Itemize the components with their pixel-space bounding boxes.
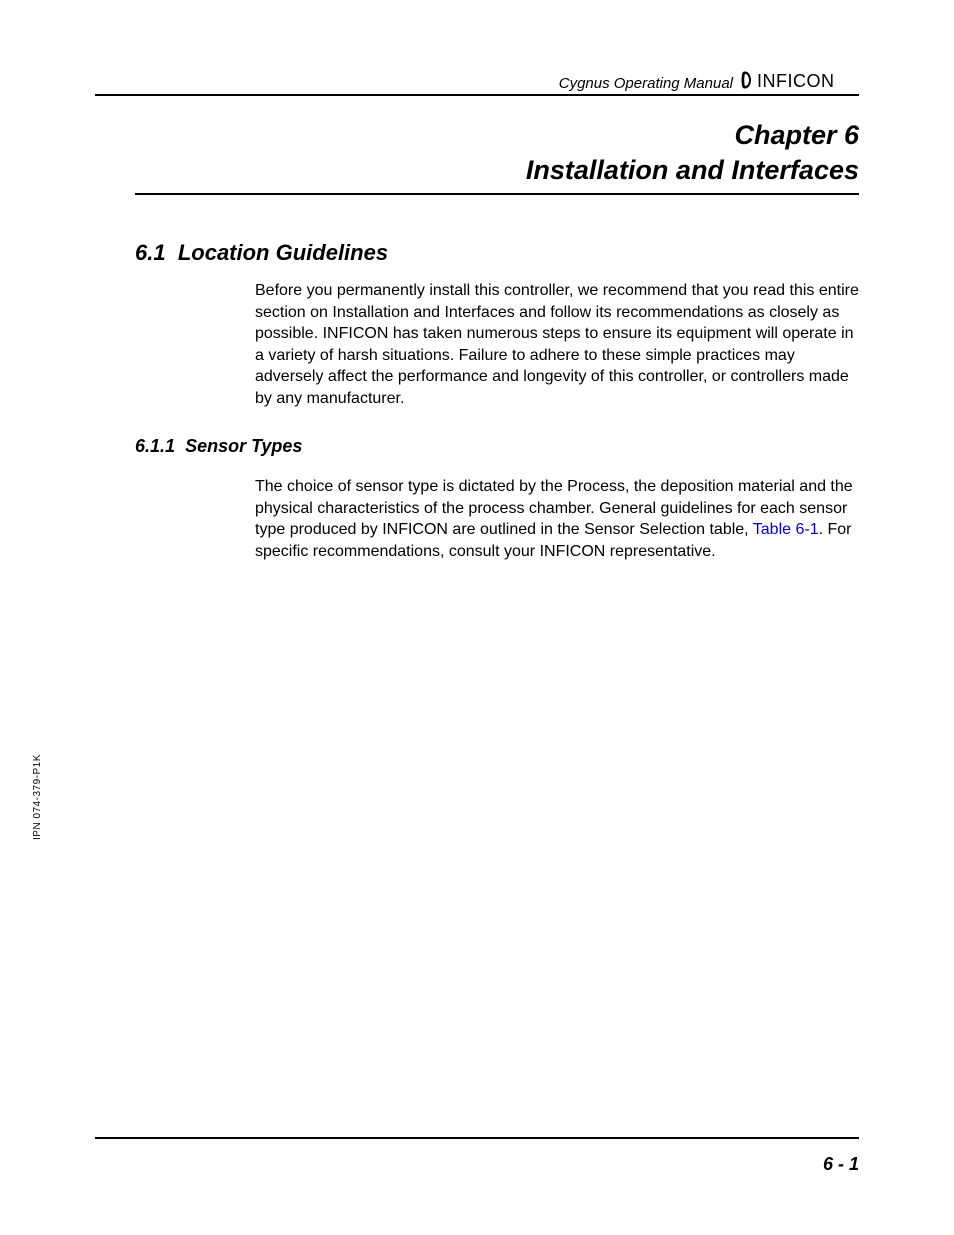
footer-rule bbox=[95, 1137, 859, 1139]
page-number: 6 - 1 bbox=[823, 1154, 859, 1175]
subsection-number: 6.1.1 bbox=[135, 436, 175, 456]
inficon-logo: INFICON bbox=[739, 68, 859, 94]
chapter-heading: Chapter 6 Installation and Interfaces bbox=[526, 118, 859, 188]
section-heading-6-1-1: 6.1.1 Sensor Types bbox=[135, 436, 302, 457]
page-header: Cygnus Operating Manual INFICON bbox=[95, 62, 859, 94]
svg-text:INFICON: INFICON bbox=[757, 71, 835, 91]
table-6-1-link[interactable]: Table 6-1 bbox=[753, 521, 819, 538]
chapter-title: Installation and Interfaces bbox=[526, 153, 859, 188]
manual-title: Cygnus Operating Manual bbox=[559, 75, 733, 92]
header-rule bbox=[95, 94, 859, 96]
ipn-side-note: IPN 074-379-P1K bbox=[32, 754, 43, 840]
chapter-label: Chapter 6 bbox=[526, 118, 859, 153]
section-6-1-paragraph: Before you permanently install this cont… bbox=[255, 280, 859, 410]
chapter-rule bbox=[135, 193, 859, 195]
section-title: Location Guidelines bbox=[178, 240, 388, 265]
section-heading-6-1: 6.1 Location Guidelines bbox=[135, 240, 388, 266]
subsection-title: Sensor Types bbox=[185, 436, 302, 456]
document-page: Cygnus Operating Manual INFICON Chapter … bbox=[0, 0, 954, 1235]
section-6-1-1-paragraph: The choice of sensor type is dictated by… bbox=[255, 476, 859, 562]
section-number: 6.1 bbox=[135, 240, 166, 265]
